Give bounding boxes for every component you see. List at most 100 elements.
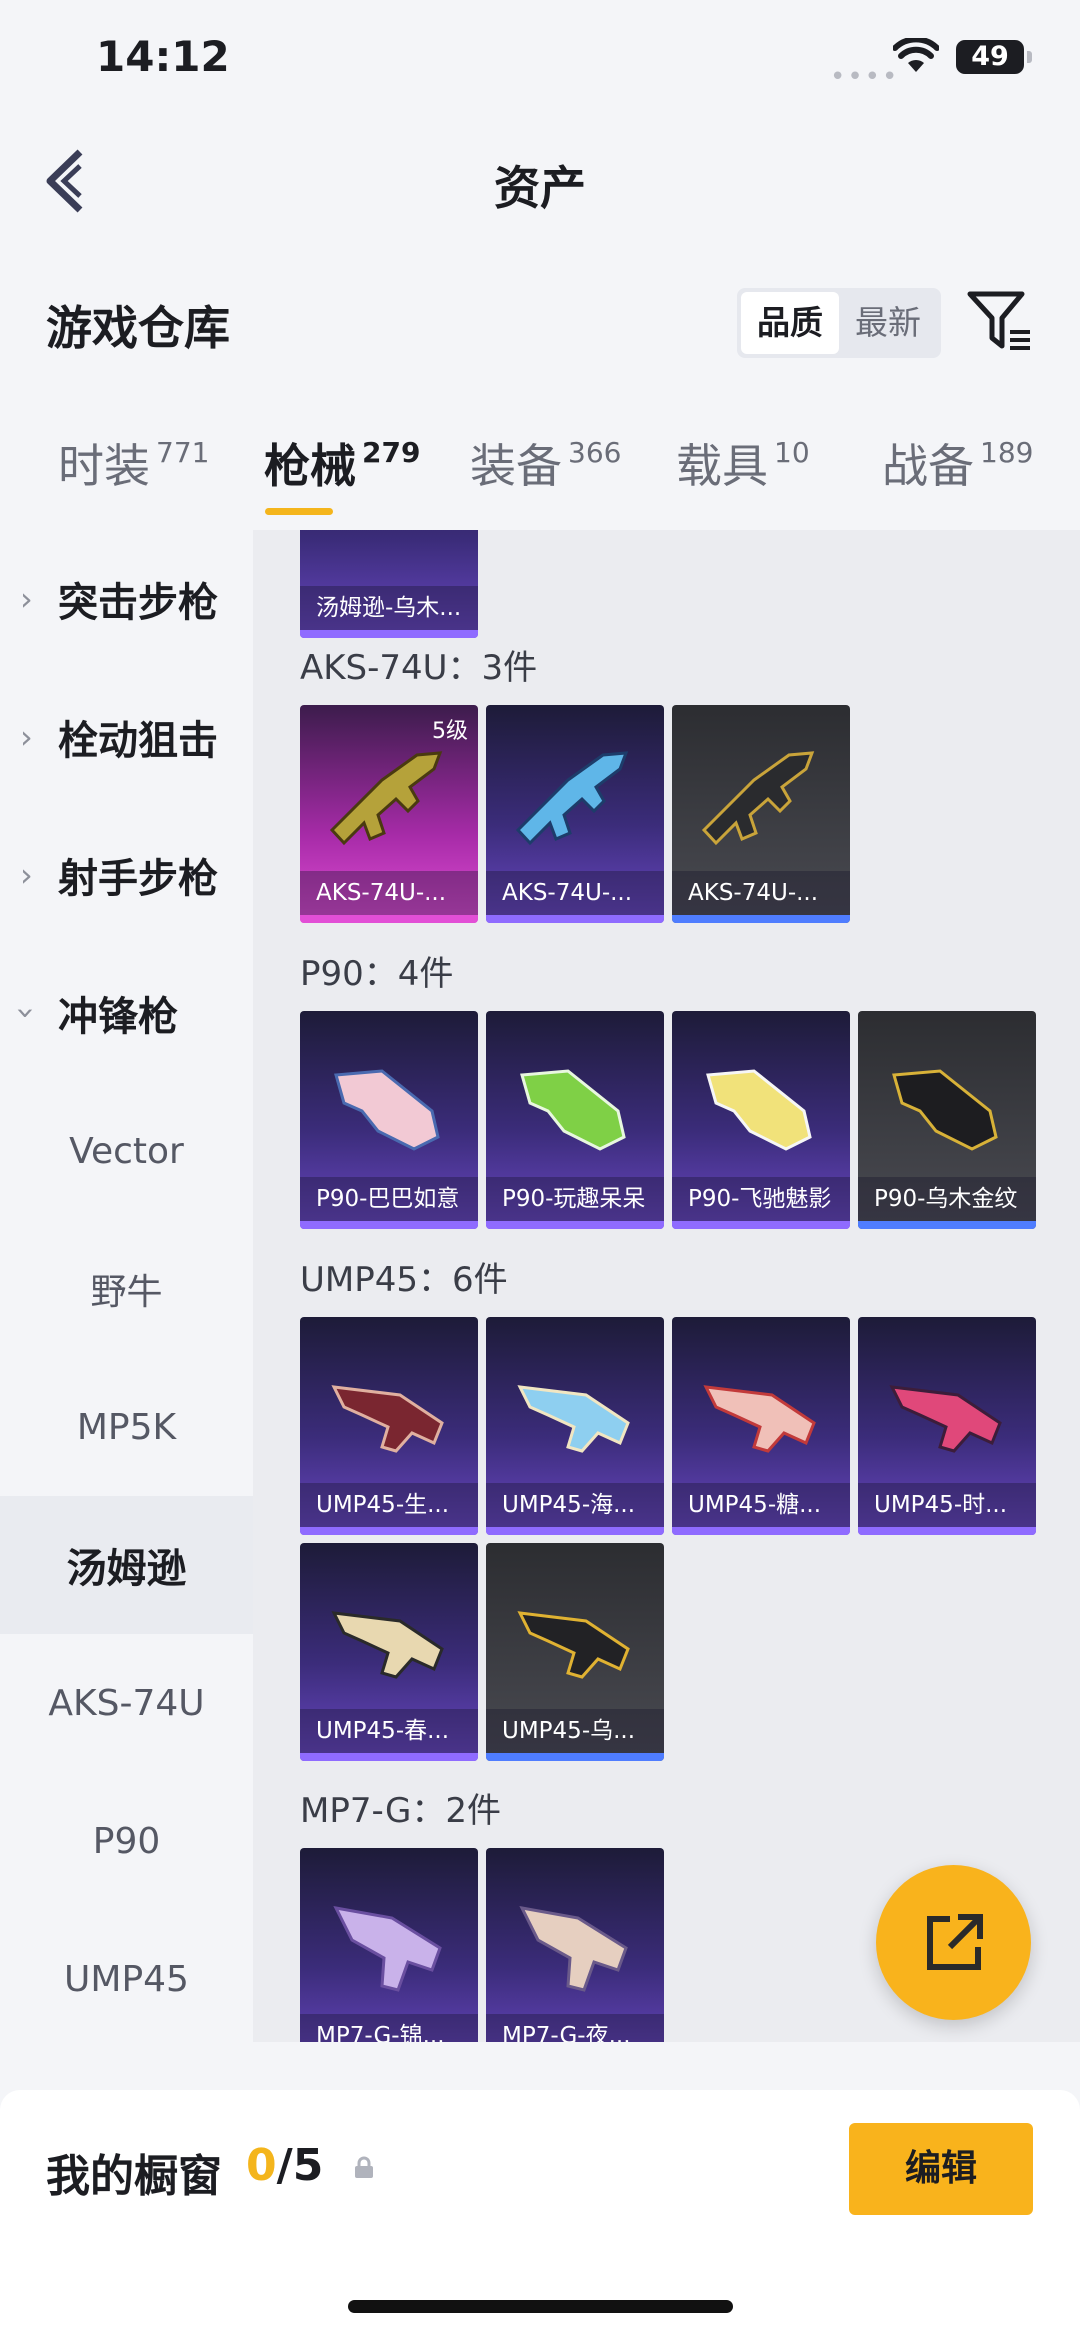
sidebar-item-marksman-rifle[interactable]: › 射手步枪 — [0, 806, 253, 944]
tab-firearms[interactable]: 枪械 279 — [264, 430, 420, 496]
weapon-card[interactable]: UMP45-乌... — [486, 1543, 664, 1761]
weapon-card-label: AKS-74U-... — [300, 871, 478, 915]
rarity-stripe — [486, 915, 664, 923]
gun-icon — [703, 1385, 816, 1453]
gun-icon — [706, 1069, 812, 1151]
section-title-ump45: UMP45：6件 — [300, 1260, 508, 1300]
rarity-stripe — [486, 1221, 664, 1229]
gun-icon — [331, 1385, 444, 1453]
weapon-card-label: P90-玩趣呆呆 — [486, 1177, 664, 1221]
weapon-card[interactable]: P90-乌木金纹 — [858, 1011, 1036, 1229]
sidebar-item-label: 突击步枪 — [58, 580, 218, 626]
weapon-card[interactable]: UMP45-海... — [486, 1317, 664, 1535]
showcase-count-total: /5 — [276, 2140, 324, 2191]
weapon-card[interactable]: 5级 AKS-74U-... — [300, 705, 478, 923]
gun-icon — [889, 1385, 1002, 1453]
lock-icon — [355, 2156, 373, 2178]
gun-icon — [517, 1611, 630, 1679]
rarity-stripe — [486, 1527, 664, 1535]
weapon-card-label: UMP45-春... — [300, 1709, 478, 1753]
tab-label: 装备 — [470, 439, 562, 493]
page-title: 资产 — [494, 161, 586, 215]
chevron-right-icon: › — [20, 718, 33, 756]
tab-count: 366 — [568, 436, 622, 469]
rarity-stripe — [300, 1527, 478, 1535]
edit-button[interactable]: 编辑 — [849, 2123, 1033, 2215]
weapon-card[interactable]: UMP45-时... — [858, 1317, 1036, 1535]
rarity-stripe — [300, 915, 478, 923]
tab-fashion[interactable]: 时装 771 — [58, 430, 209, 496]
gun-icon — [333, 1905, 442, 1992]
filter-icon[interactable] — [966, 288, 1032, 354]
gun-icon — [515, 751, 629, 846]
battery-icon: 49 — [956, 40, 1032, 74]
weapon-card[interactable]: 汤姆逊-乌木... — [300, 530, 478, 638]
gun-icon — [520, 1069, 626, 1151]
weapon-card[interactable]: AKS-74U-... — [486, 705, 664, 923]
sidebar-item-assault-rifle[interactable]: › 突击步枪 — [0, 530, 253, 668]
sidebar-item-p90[interactable]: P90 — [0, 1772, 253, 1910]
share-icon — [926, 1913, 983, 1970]
chevron-down-icon: › — [7, 1006, 46, 1020]
weapon-card[interactable]: UMP45-生... — [300, 1317, 478, 1535]
gun-icon — [517, 1385, 630, 1453]
wifi-icon — [893, 38, 939, 72]
weapon-card[interactable]: AKS-74U-... — [672, 705, 850, 923]
sort-latest-button[interactable]: 最新 — [839, 292, 937, 354]
sidebar-item-thompson[interactable]: 汤姆逊 — [0, 1496, 253, 1634]
share-button[interactable] — [876, 1865, 1031, 2020]
weapon-card-label: UMP45-时... — [858, 1483, 1036, 1527]
sort-quality-button[interactable]: 品质 — [741, 292, 839, 354]
weapon-card[interactable]: UMP45-春... — [300, 1543, 478, 1761]
gun-icon — [701, 751, 815, 846]
home-indicator — [348, 2300, 733, 2313]
sidebar-item-ump45[interactable]: UMP45 — [0, 1910, 253, 2048]
rarity-stripe — [300, 1753, 478, 1761]
weapon-card[interactable]: P90-巴巴如意 — [300, 1011, 478, 1229]
section-title-p90: P90：4件 — [300, 954, 454, 994]
tab-vehicles[interactable]: 载具 10 — [676, 430, 810, 496]
weapon-card-label: UMP45-糖... — [672, 1483, 850, 1527]
status-time: 14:12 — [96, 32, 230, 81]
top-nav: 资产 — [0, 120, 1080, 240]
showcase-count: 0/5 — [246, 2140, 323, 2191]
gun-icon — [329, 751, 443, 846]
sidebar-item-label: 射手步枪 — [58, 856, 218, 902]
signal-icon: •••• — [830, 62, 900, 92]
weapon-card[interactable]: MP7-G-夜... — [486, 1848, 664, 2042]
weapon-card[interactable]: UMP45-糖... — [672, 1317, 850, 1535]
warehouse-title: 游戏仓库 — [46, 301, 230, 355]
sidebar-item-label: 冲锋枪 — [58, 994, 178, 1040]
showcase-title: 我的橱窗 — [46, 2151, 222, 2202]
sidebar-item-smg[interactable]: › 冲锋枪 — [0, 944, 253, 1082]
weapon-card-label: UMP45-乌... — [486, 1709, 664, 1753]
weapon-card-label: UMP45-生... — [300, 1483, 478, 1527]
rarity-stripe — [858, 1527, 1036, 1535]
tab-label: 载具 — [676, 439, 768, 493]
tab-label: 战备 — [882, 439, 974, 493]
sidebar-item-bison[interactable]: 野牛 — [0, 1220, 253, 1358]
rarity-stripe — [672, 1527, 850, 1535]
weapon-card[interactable]: P90-飞驰魅影 — [672, 1011, 850, 1229]
weapon-card-label: 汤姆逊-乌木... — [300, 586, 478, 630]
rarity-stripe — [858, 1221, 1036, 1229]
tab-equipment[interactable]: 装备 366 — [470, 430, 621, 496]
sort-toggle: 品质 最新 — [737, 288, 941, 358]
rarity-stripe — [486, 1753, 664, 1761]
section-title-mp7g: MP7-G：2件 — [300, 1791, 501, 1831]
gun-icon — [892, 1069, 998, 1151]
tab-label: 时装 — [58, 439, 150, 493]
status-bar: 14:12 •••• 49 — [0, 0, 1080, 120]
tab-active-indicator — [265, 508, 333, 515]
weapon-list: 汤姆逊-乌木... AKS-74U：3件 5级 AKS-74U-... AKS-… — [253, 530, 1080, 2042]
sidebar-item-aks74u[interactable]: AKS-74U — [0, 1634, 253, 1772]
gun-icon — [519, 1905, 628, 1992]
sidebar-item-mp5k[interactable]: MP5K — [0, 1358, 253, 1496]
tab-count: 10 — [774, 436, 810, 469]
weapon-card[interactable]: MP7-G-锦... — [300, 1848, 478, 2042]
showcase-count-current: 0 — [246, 2140, 277, 2191]
sidebar-item-bolt-sniper[interactable]: › 栓动狙击 — [0, 668, 253, 806]
tab-supplies[interactable]: 战备 189 — [882, 430, 1033, 496]
sidebar-item-vector[interactable]: Vector — [0, 1082, 253, 1220]
weapon-card[interactable]: P90-玩趣呆呆 — [486, 1011, 664, 1229]
